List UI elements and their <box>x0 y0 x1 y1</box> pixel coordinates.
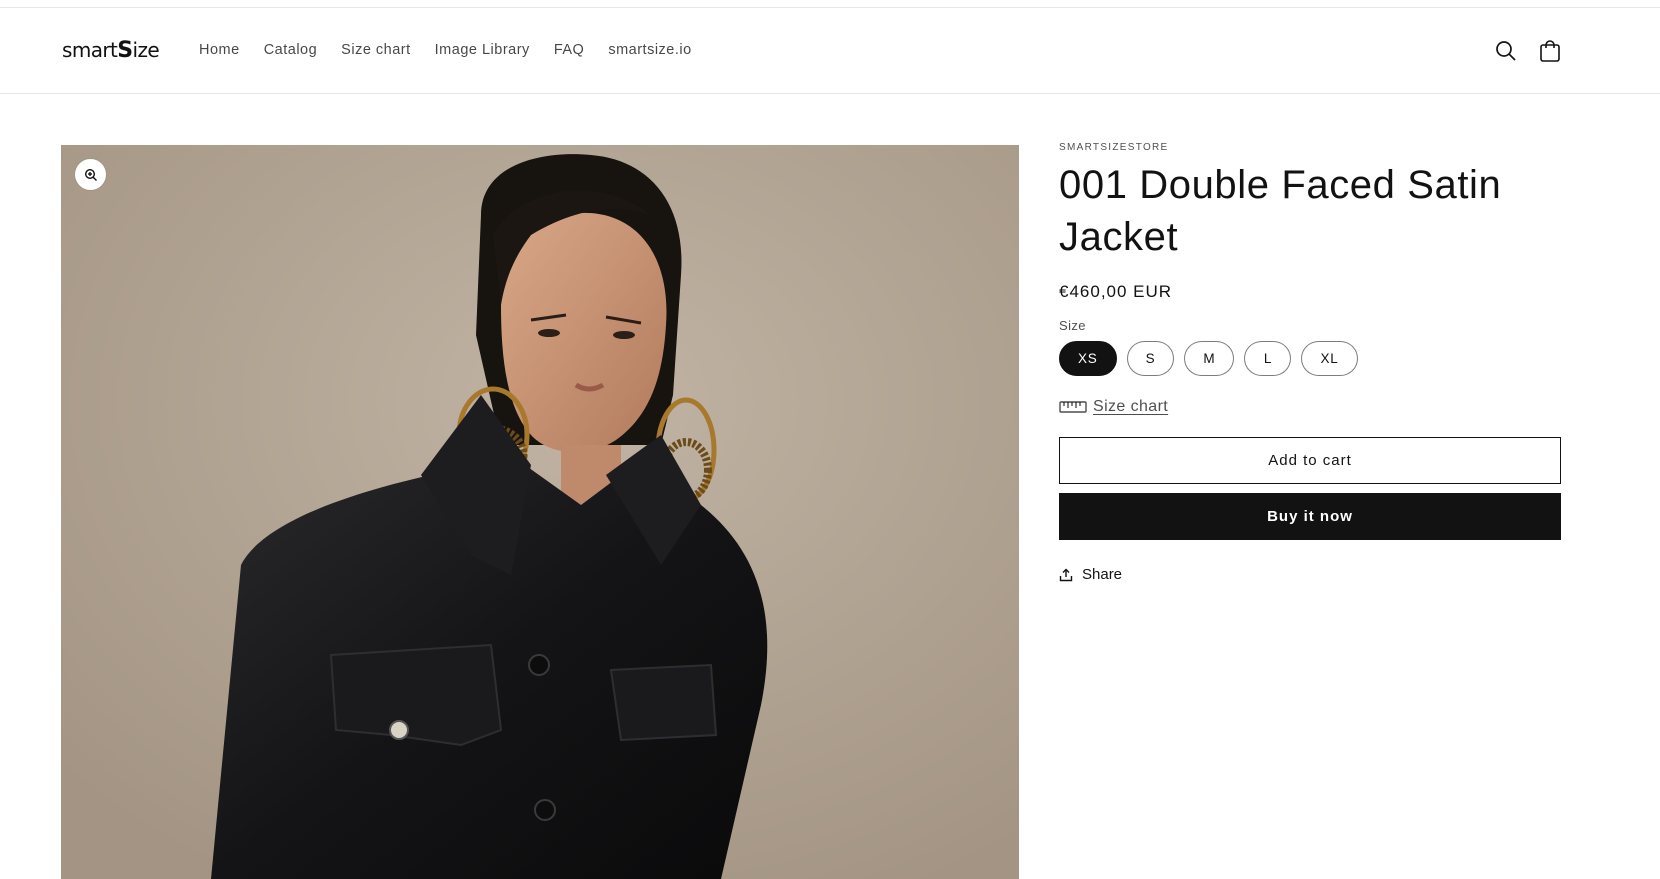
logo-bold-letter: S <box>117 38 133 63</box>
size-option-s[interactable]: S <box>1126 341 1175 376</box>
logo-suffix: ize <box>132 38 160 62</box>
share-button[interactable]: Share <box>1059 566 1561 583</box>
size-option-xl[interactable]: XL <box>1301 341 1358 376</box>
zoom-in-icon <box>84 168 97 181</box>
share-label: Share <box>1082 566 1123 583</box>
nav-home[interactable]: Home <box>199 42 240 58</box>
product-title: 001 Double Faced Satin Jacket <box>1059 159 1561 263</box>
nav-catalog[interactable]: Catalog <box>264 42 317 58</box>
add-to-cart-button[interactable]: Add to cart <box>1059 437 1561 484</box>
size-selector: XS S M L XL <box>1059 341 1561 376</box>
main-navigation: Home Catalog Size chart Image Library FA… <box>199 42 716 58</box>
size-chart-link-label: Size chart <box>1093 398 1169 415</box>
size-option-m[interactable]: M <box>1184 341 1235 376</box>
announcement-bar <box>0 0 1660 8</box>
product-media-gallery <box>61 145 1019 879</box>
ruler-icon <box>1059 401 1087 413</box>
nav-smartsize-io[interactable]: smartsize.io <box>608 42 691 58</box>
search-icon <box>1496 41 1516 61</box>
cart-icon <box>1540 40 1560 62</box>
logo-prefix: smart <box>62 38 118 62</box>
share-icon <box>1059 568 1073 581</box>
product-info: SMARTSIZESTORE 001 Double Faced Satin Ja… <box>1059 142 1561 583</box>
cart-button[interactable] <box>1535 36 1565 66</box>
nav-size-chart[interactable]: Size chart <box>341 42 410 58</box>
search-button[interactable] <box>1491 36 1521 66</box>
product-title-line-1: 001 Double Faced Satin <box>1059 163 1502 207</box>
product-vendor: SMARTSIZESTORE <box>1059 142 1169 153</box>
store-logo[interactable]: smartSize <box>62 38 160 63</box>
size-chart-link[interactable]: Size chart <box>1059 398 1561 416</box>
site-header: smartSize Home Catalog Size chart Image … <box>0 8 1660 94</box>
buy-it-now-button[interactable]: Buy it now <box>1059 493 1561 540</box>
product-title-line-2: Jacket <box>1059 215 1179 259</box>
product-price: €460,00 EUR <box>1059 282 1173 301</box>
product-photo[interactable] <box>61 145 1019 879</box>
size-option-xs[interactable]: XS <box>1059 341 1117 376</box>
nav-image-library[interactable]: Image Library <box>435 42 530 58</box>
nav-faq[interactable]: FAQ <box>554 42 585 58</box>
size-option-label: Size <box>1059 318 1086 333</box>
size-option-l[interactable]: L <box>1244 341 1292 376</box>
zoom-button[interactable] <box>75 159 106 190</box>
